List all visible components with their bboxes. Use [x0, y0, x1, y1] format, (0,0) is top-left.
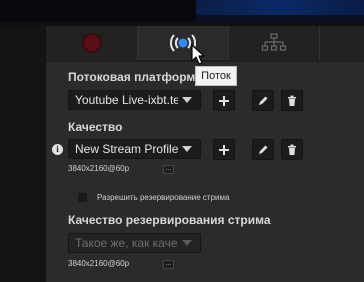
- add-quality-button[interactable]: [213, 139, 235, 160]
- backup-quality-select-value: Такое же, как качес: [75, 236, 178, 250]
- add-platform-button[interactable]: [213, 90, 235, 111]
- chevron-down-icon: [182, 240, 192, 246]
- tab-stream[interactable]: [138, 26, 229, 60]
- preview-taskbar: [196, 15, 364, 22]
- tab-extra: [320, 26, 364, 60]
- left-column: [0, 26, 46, 282]
- chevron-down-icon: [182, 97, 192, 103]
- backup-quality-details-button[interactable]: ...: [163, 260, 174, 269]
- quality-select[interactable]: New Stream Profile: [68, 139, 201, 159]
- platform-select[interactable]: Youtube Live-ixbt.te: [68, 90, 201, 110]
- plus-icon: [219, 144, 229, 155]
- backup-quality-resolution: 3840x2160@60p: [68, 259, 130, 268]
- edit-quality-button[interactable]: [252, 139, 274, 160]
- quality-resolution: 3840x2160@60p: [68, 164, 130, 173]
- mouse-cursor-icon: [191, 44, 205, 65]
- backup-quality-label: Качество резервирования стрима: [68, 213, 271, 227]
- delete-platform-button[interactable]: [281, 90, 303, 111]
- tooltip: Поток: [195, 66, 237, 86]
- plus-icon: [219, 95, 229, 106]
- trash-icon: [288, 144, 296, 155]
- edit-platform-button[interactable]: [252, 90, 274, 111]
- tab-record[interactable]: [46, 26, 138, 60]
- tab-network[interactable]: [229, 26, 320, 60]
- quality-details-button[interactable]: ...: [163, 165, 174, 174]
- platform-select-value: Youtube Live-ixbt.te: [75, 93, 178, 107]
- record-dot-icon: [83, 35, 100, 51]
- platform-label: Потоковая платформа: [68, 70, 202, 84]
- backup-quality-select: Такое же, как качес: [68, 233, 201, 253]
- quality-label: Качество: [68, 120, 123, 134]
- pencil-icon: [259, 145, 268, 154]
- trash-icon: [288, 95, 296, 106]
- quality-select-value: New Stream Profile: [75, 142, 178, 156]
- backup-checkbox[interactable]: [77, 192, 88, 203]
- network-icon: [261, 33, 287, 51]
- chevron-down-icon: [182, 146, 192, 152]
- backup-checkbox-label: Разрешить резервирование стрима: [97, 193, 230, 202]
- delete-quality-button[interactable]: [281, 139, 303, 160]
- pencil-icon: [259, 96, 268, 105]
- info-icon[interactable]: i: [52, 144, 63, 155]
- preview-area: [0, 0, 200, 22]
